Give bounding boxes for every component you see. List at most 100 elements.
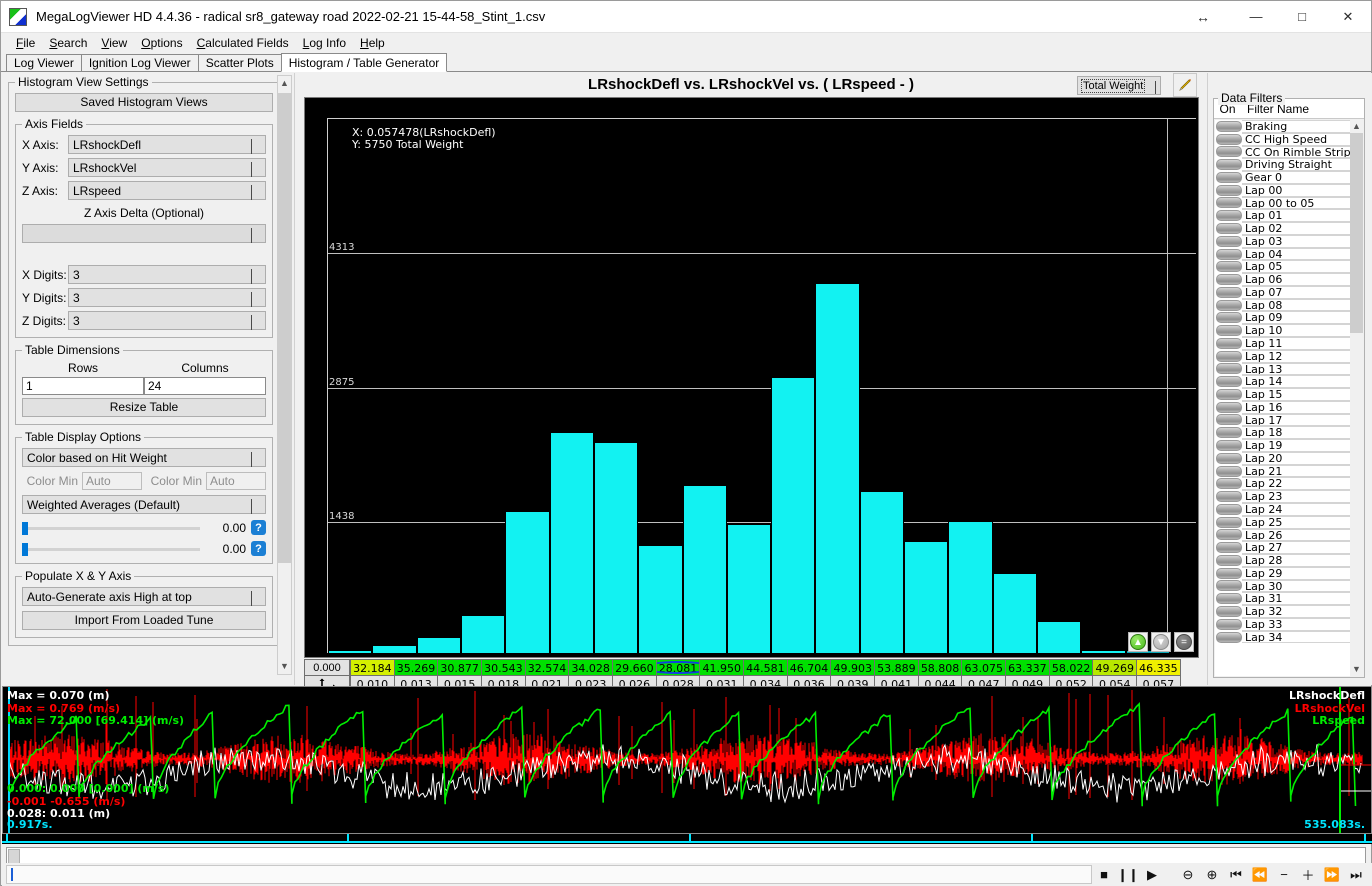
stop-button[interactable]: ■ (1092, 864, 1116, 885)
filter-row[interactable]: Lap 02 (1215, 222, 1363, 235)
table-weighted-cell[interactable]: 30.543 (481, 659, 526, 676)
filter-toggle[interactable] (1216, 414, 1242, 426)
filter-toggle[interactable] (1216, 274, 1242, 286)
threshold-slider-2[interactable] (22, 542, 200, 556)
filter-row[interactable]: Lap 11 (1215, 337, 1363, 350)
help-icon[interactable]: ? (251, 520, 266, 535)
scroll-thumb[interactable] (278, 93, 291, 563)
menu-view[interactable]: View (94, 34, 134, 52)
histogram-bar[interactable] (460, 615, 506, 653)
color-min-right-input[interactable]: Auto (206, 472, 266, 490)
scroll-up-icon[interactable]: ▲ (278, 76, 291, 91)
filter-toggle[interactable] (1216, 465, 1242, 477)
filter-row[interactable]: Lap 10 (1215, 324, 1363, 338)
threshold-slider-1[interactable] (22, 521, 200, 535)
filters-scrollbar[interactable]: ▲ ▼ (1350, 120, 1363, 676)
filter-toggle[interactable] (1216, 235, 1242, 247)
filter-toggle[interactable] (1216, 440, 1242, 452)
table-weighted-cell[interactable]: 34.028 (568, 659, 614, 676)
menu-help[interactable]: Help (353, 34, 392, 52)
filter-row[interactable]: Lap 00 to 05 (1215, 196, 1363, 210)
histogram-bar[interactable] (416, 638, 461, 653)
filter-toggle[interactable] (1216, 337, 1242, 349)
filter-row[interactable]: Lap 16 (1215, 400, 1363, 414)
filter-toggle[interactable] (1216, 401, 1242, 413)
filter-toggle[interactable] (1216, 631, 1242, 643)
filter-row[interactable]: Lap 13 (1215, 362, 1363, 376)
scroll-down-icon[interactable]: ▼ (1350, 663, 1363, 676)
histogram-bar[interactable] (549, 432, 594, 653)
scroll-down-icon[interactable]: ▼ (278, 659, 291, 674)
histogram-bar[interactable] (682, 485, 727, 653)
y-axis-select[interactable]: LRshockVel (68, 158, 266, 177)
filters-scroll-thumb[interactable] (1350, 133, 1363, 333)
filter-toggle[interactable] (1216, 299, 1242, 311)
filter-row[interactable]: Lap 19 (1215, 439, 1363, 452)
filter-toggle[interactable] (1216, 593, 1242, 605)
filter-row[interactable]: Lap 08 (1215, 298, 1363, 312)
fast-forward-button[interactable]: ⏩ (1320, 864, 1344, 885)
table-weighted-cell[interactable]: 41.950 (699, 659, 745, 676)
filter-toggle[interactable] (1216, 542, 1242, 554)
histogram-bar[interactable] (815, 284, 860, 653)
filter-row[interactable]: Lap 05 (1215, 260, 1363, 274)
filter-row[interactable]: Lap 22 (1215, 477, 1363, 491)
filter-row[interactable]: Lap 26 (1215, 528, 1363, 542)
histogram-bar[interactable] (1081, 650, 1126, 653)
x-axis-select[interactable]: LRshockDefl (68, 135, 266, 154)
filter-toggle[interactable] (1216, 478, 1242, 490)
filter-row[interactable]: Lap 23 (1215, 490, 1363, 503)
filter-row[interactable]: Lap 24 (1215, 502, 1363, 516)
filter-row[interactable]: Lap 00 (1215, 183, 1363, 197)
rewind-button[interactable]: ⏪ (1248, 864, 1272, 885)
resize-icon[interactable]: ↔ (1173, 1, 1233, 32)
filter-row[interactable]: Lap 14 (1215, 375, 1363, 389)
maximize-button[interactable]: □ (1279, 1, 1325, 32)
filter-toggle[interactable] (1216, 248, 1242, 260)
filter-row[interactable]: Lap 29 (1215, 566, 1363, 580)
filter-toggle[interactable] (1216, 325, 1242, 337)
filter-toggle[interactable] (1216, 363, 1242, 375)
menu-search[interactable]: Search (42, 34, 94, 52)
filter-row[interactable]: Lap 15 (1215, 388, 1363, 401)
filter-toggle[interactable] (1216, 133, 1242, 145)
z-digits-select[interactable]: 3 (68, 311, 266, 330)
resize-table-button[interactable]: Resize Table (22, 398, 266, 417)
import-from-loaded-tune-button[interactable]: Import From Loaded Tune (22, 611, 266, 630)
histogram-bar[interactable] (505, 511, 550, 653)
filter-toggle[interactable] (1216, 580, 1242, 592)
histogram-bar[interactable] (992, 573, 1038, 653)
columns-input[interactable]: 24 (144, 377, 266, 395)
filter-row[interactable]: Lap 06 (1215, 273, 1363, 286)
color-mode-select[interactable]: Color based on Hit Weight (22, 448, 266, 467)
filter-toggle[interactable] (1216, 159, 1242, 171)
filter-row[interactable]: Lap 12 (1215, 349, 1363, 363)
filter-row[interactable]: Lap 34 (1215, 630, 1363, 644)
filter-toggle[interactable] (1216, 197, 1242, 209)
filter-toggle[interactable] (1216, 312, 1242, 324)
edit-pencil-icon[interactable] (1173, 73, 1197, 97)
filter-row[interactable]: CC On Rimble Strips (1215, 145, 1363, 159)
filter-row[interactable]: Lap 04 (1215, 247, 1363, 261)
filter-row[interactable]: Lap 01 (1215, 209, 1363, 223)
table-weighted-cell[interactable]: 58.808 (917, 659, 963, 676)
filter-row[interactable]: Lap 18 (1215, 426, 1363, 440)
table-weighted-cell[interactable]: 30.877 (437, 659, 483, 676)
help-icon[interactable]: ? (251, 541, 266, 556)
filter-row[interactable]: Lap 03 (1215, 234, 1363, 248)
filter-row[interactable]: Lap 31 (1215, 592, 1363, 606)
filter-toggle[interactable] (1216, 146, 1242, 158)
tab-scatter-plots[interactable]: Scatter Plots (197, 54, 282, 71)
skip-end-button[interactable]: ⏭ (1344, 864, 1368, 885)
histogram-bar[interactable] (904, 541, 949, 653)
filter-toggle[interactable] (1216, 605, 1242, 617)
table-weighted-cell[interactable]: 49.269 (1092, 659, 1138, 676)
table-weighted-cell[interactable]: 46.335 (1136, 659, 1181, 676)
close-button[interactable]: ✕ (1325, 1, 1371, 32)
filter-toggle[interactable] (1216, 516, 1242, 528)
filter-toggle[interactable] (1216, 171, 1242, 183)
menu-log-info[interactable]: Log Info (296, 34, 353, 52)
populate-mode-select[interactable]: Auto-Generate axis High at top (22, 587, 266, 606)
play-button[interactable]: ▶ (1140, 864, 1164, 885)
minus-button[interactable]: − (1272, 864, 1296, 885)
